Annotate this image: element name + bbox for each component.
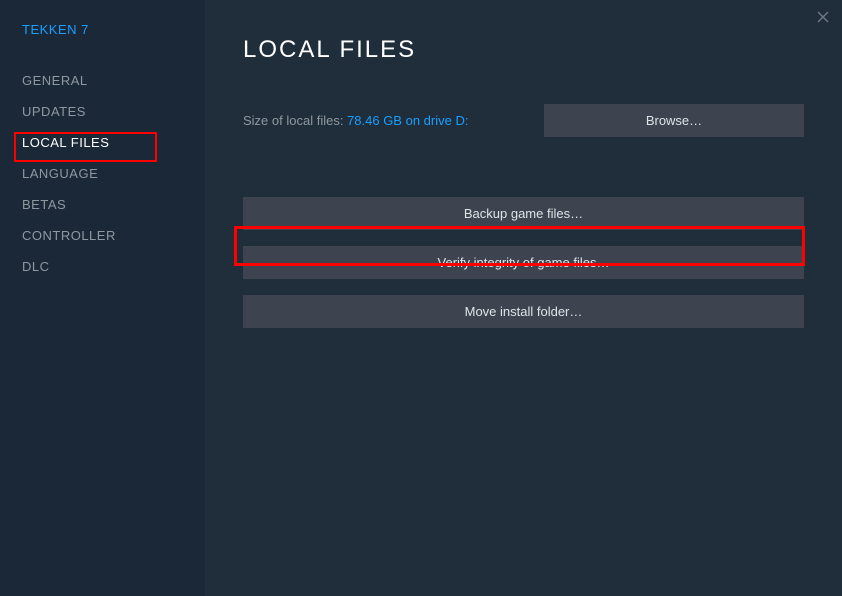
size-label: Size of local files: — [243, 113, 347, 128]
size-row: Size of local files: 78.46 GB on drive D… — [243, 104, 804, 137]
move-install-button[interactable]: Move install folder… — [243, 295, 804, 328]
sidebar-item-controller[interactable]: CONTROLLER — [22, 220, 205, 251]
sidebar-item-local-files[interactable]: LOCAL FILES — [22, 127, 205, 158]
browse-button[interactable]: Browse… — [544, 104, 804, 137]
sidebar-item-betas[interactable]: BETAS — [22, 189, 205, 220]
sidebar-item-language[interactable]: LANGUAGE — [22, 158, 205, 189]
sidebar-item-updates[interactable]: UPDATES — [22, 96, 205, 127]
close-icon — [817, 11, 829, 23]
size-value: 78.46 GB on drive D: — [347, 113, 468, 128]
sidebar: TEKKEN 7 GENERAL UPDATES LOCAL FILES LAN… — [0, 0, 205, 596]
sidebar-item-general[interactable]: GENERAL — [22, 65, 205, 96]
content-panel: LOCAL FILES Size of local files: 78.46 G… — [205, 0, 842, 596]
verify-integrity-button[interactable]: Verify integrity of game files… — [243, 246, 804, 279]
sidebar-item-dlc[interactable]: DLC — [22, 251, 205, 282]
close-button[interactable] — [814, 8, 832, 26]
page-title: LOCAL FILES — [243, 36, 804, 64]
size-text: Size of local files: 78.46 GB on drive D… — [243, 113, 468, 128]
game-title: TEKKEN 7 — [22, 22, 205, 37]
backup-button[interactable]: Backup game files… — [243, 197, 804, 230]
